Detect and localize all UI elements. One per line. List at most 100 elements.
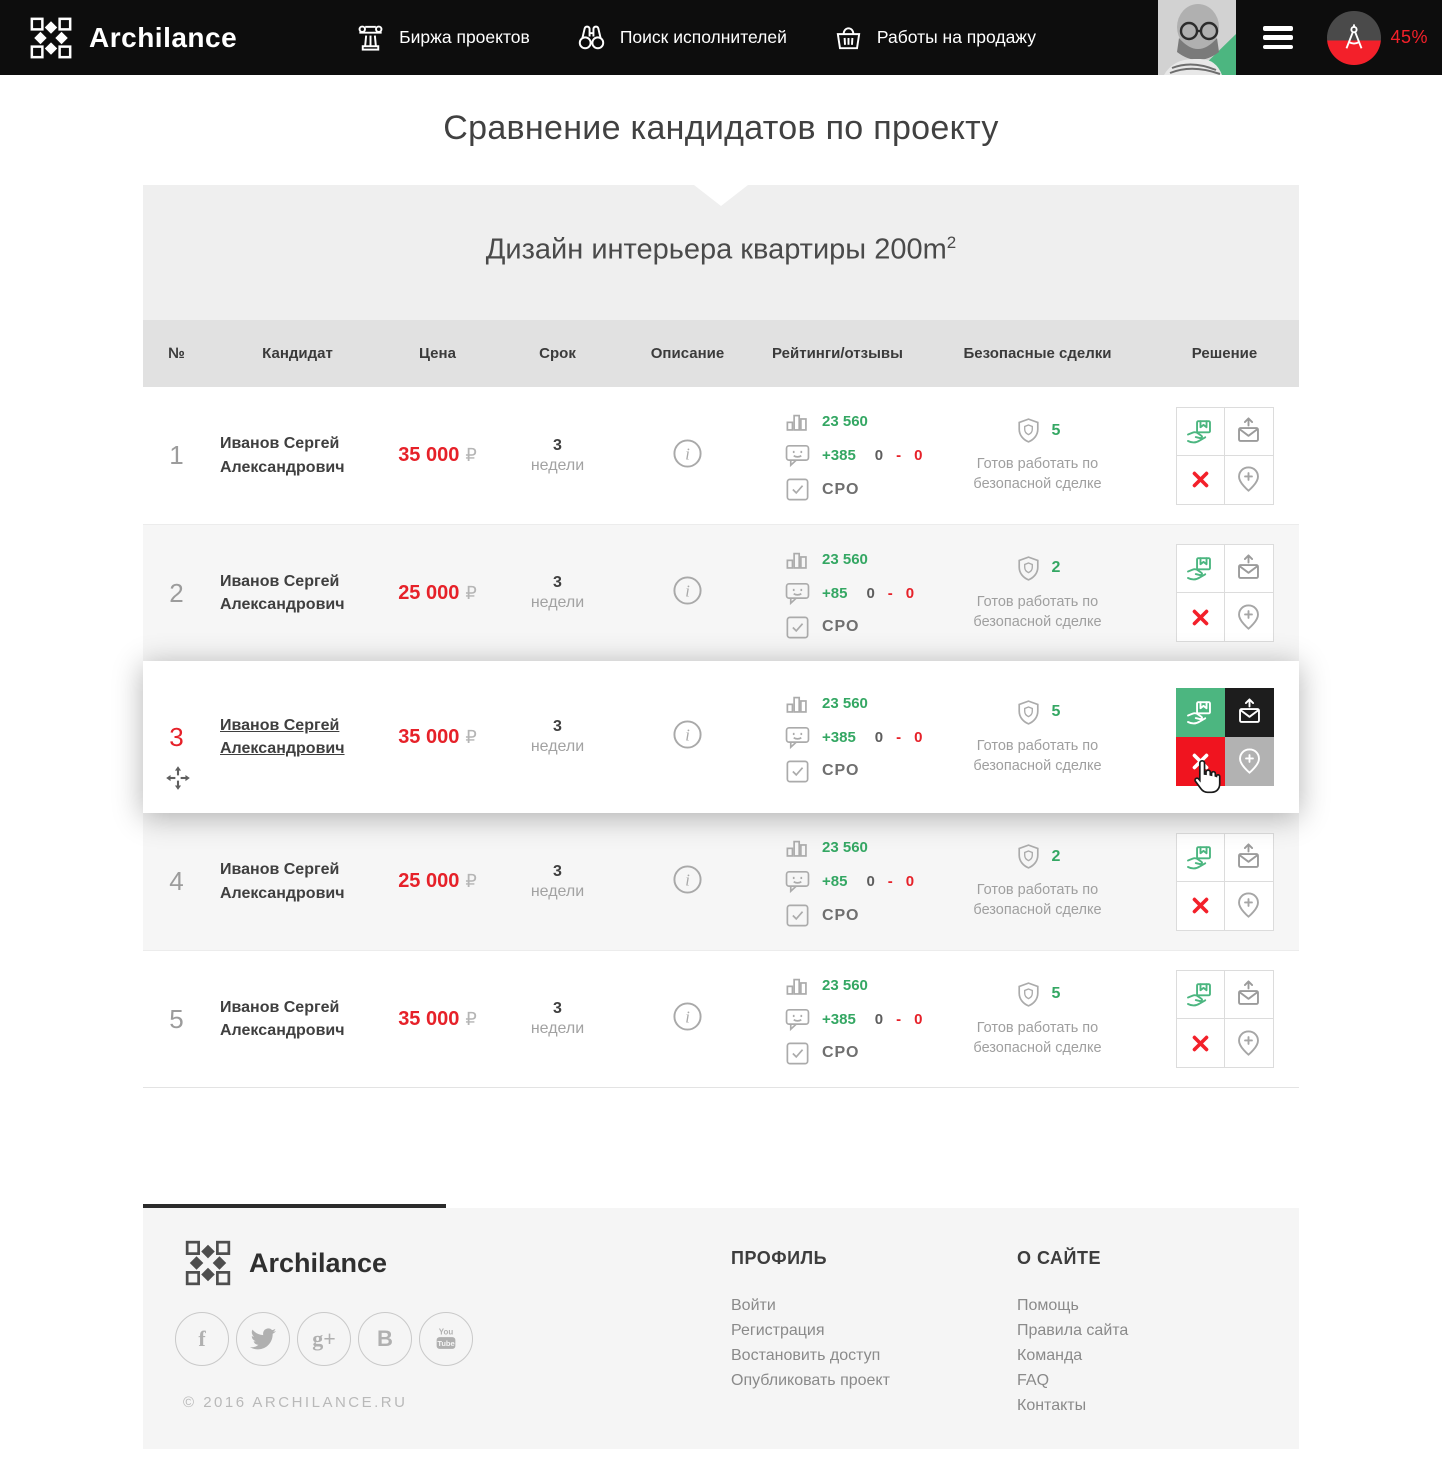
nav-item-projects-exchange[interactable]: Биржа проектов bbox=[355, 22, 530, 53]
send-message-button[interactable] bbox=[1225, 407, 1274, 456]
negative-reviews: 0 bbox=[906, 585, 914, 602]
pin-plus-icon bbox=[1233, 602, 1264, 633]
footer-column-title: ПРОФИЛЬ bbox=[731, 1248, 890, 1269]
info-icon[interactable] bbox=[672, 438, 703, 469]
send-message-button[interactable] bbox=[1225, 970, 1274, 1019]
brand-logo[interactable]: Archilance bbox=[28, 15, 237, 61]
footer-link-faq[interactable]: FAQ bbox=[1017, 1368, 1128, 1393]
send-message-button[interactable] bbox=[1225, 688, 1274, 737]
add-location-button[interactable] bbox=[1225, 737, 1274, 786]
views-count: 23 560 bbox=[822, 695, 868, 712]
term-unit: недели bbox=[490, 738, 625, 756]
nav-label: Работы на продажу bbox=[877, 27, 1036, 48]
twitter-icon[interactable] bbox=[236, 1312, 290, 1366]
facebook-icon[interactable]: f bbox=[175, 1312, 229, 1366]
price-value: 25 000 bbox=[398, 582, 459, 604]
decision-grid bbox=[1176, 688, 1274, 786]
price-value: 35 000 bbox=[398, 444, 459, 466]
table-row-dragged[interactable]: 3 Иванов Сергей Александрович 35 000₽ 3н… bbox=[143, 661, 1299, 813]
envelope-up-icon bbox=[1233, 842, 1264, 873]
add-location-button[interactable] bbox=[1225, 456, 1274, 505]
reject-button[interactable] bbox=[1176, 593, 1225, 642]
youtube-icon[interactable]: You Tube bbox=[419, 1312, 473, 1366]
info-icon[interactable] bbox=[672, 719, 703, 750]
nav-item-works-for-sale[interactable]: Работы на продажу bbox=[833, 22, 1036, 53]
svg-text:You: You bbox=[439, 1327, 454, 1336]
x-icon bbox=[1185, 602, 1216, 633]
table-row: 4 Иванов Сергей Александрович 25 000₽ 3н… bbox=[143, 813, 1299, 950]
hire-hand-box-icon bbox=[1185, 553, 1216, 584]
header-right: 45% bbox=[1158, 0, 1442, 75]
hamburger-menu-icon[interactable] bbox=[1263, 26, 1293, 49]
sro-checkbox-icon bbox=[784, 614, 811, 641]
decision-grid bbox=[1176, 970, 1274, 1068]
table-header: № Кандидат Цена Срок Описание Рейтинги/о… bbox=[143, 320, 1299, 387]
vk-icon[interactable]: B bbox=[358, 1312, 412, 1366]
pin-plus-icon bbox=[1234, 746, 1265, 777]
envelope-up-icon bbox=[1233, 416, 1264, 447]
reject-button[interactable] bbox=[1176, 882, 1225, 931]
term-unit: недели bbox=[490, 457, 625, 475]
footer-link-register[interactable]: Регистрация bbox=[731, 1318, 890, 1343]
views-count: 23 560 bbox=[822, 413, 868, 430]
footer-left: Archilance f g+ B You Tube © 2016 ARCHIL… bbox=[175, 1238, 473, 1411]
positive-reviews: +85 bbox=[822, 585, 847, 602]
reject-button[interactable] bbox=[1176, 456, 1225, 505]
superscript: 2 bbox=[947, 233, 956, 252]
shield-icon bbox=[1015, 417, 1042, 444]
shield-icon bbox=[1015, 699, 1042, 726]
send-message-button[interactable] bbox=[1225, 833, 1274, 882]
candidate-name[interactable]: Иванов Сергей Александрович bbox=[220, 714, 385, 760]
x-icon bbox=[1185, 464, 1216, 495]
footer-link-help[interactable]: Помощь bbox=[1017, 1293, 1128, 1318]
reject-button[interactable] bbox=[1176, 1019, 1225, 1068]
hire-button[interactable] bbox=[1176, 833, 1225, 882]
info-icon[interactable] bbox=[672, 575, 703, 606]
social-links: f g+ B You Tube bbox=[175, 1312, 473, 1366]
google-plus-icon[interactable]: g+ bbox=[297, 1312, 351, 1366]
footer-link-login[interactable]: Войти bbox=[731, 1293, 890, 1318]
footer-link-publish-project[interactable]: Опубликовать проект bbox=[731, 1368, 890, 1393]
info-icon[interactable] bbox=[672, 864, 703, 895]
add-location-button[interactable] bbox=[1225, 593, 1274, 642]
profile-progress[interactable]: 45% bbox=[1327, 11, 1428, 65]
reject-button[interactable] bbox=[1176, 737, 1225, 786]
drag-move-icon[interactable] bbox=[164, 764, 192, 792]
hire-button[interactable] bbox=[1176, 688, 1225, 737]
add-location-button[interactable] bbox=[1225, 882, 1274, 931]
column-icon bbox=[355, 22, 386, 53]
footer-link-restore-access[interactable]: Востановить доступ bbox=[731, 1343, 890, 1368]
deals-text: Готов работать по безопасной сделке bbox=[958, 736, 1118, 776]
col-description: Описание bbox=[625, 345, 750, 362]
send-message-button[interactable] bbox=[1225, 544, 1274, 593]
footer-column-about: О САЙТЕ Помощь Правила сайта Команда FAQ… bbox=[1017, 1248, 1128, 1418]
sro-checkbox-icon bbox=[784, 758, 811, 785]
footer-brand[interactable]: Archilance bbox=[183, 1238, 473, 1288]
candidate-name[interactable]: Иванов Сергей Александрович bbox=[220, 432, 385, 478]
progress-circle bbox=[1327, 11, 1381, 65]
decision-grid bbox=[1176, 407, 1274, 505]
term-unit: недели bbox=[490, 1020, 625, 1038]
footer-link-contacts[interactable]: Контакты bbox=[1017, 1393, 1128, 1418]
term-value: 3 bbox=[490, 574, 625, 592]
footer-link-team[interactable]: Команда bbox=[1017, 1343, 1128, 1368]
views-count: 23 560 bbox=[822, 839, 868, 856]
pin-plus-icon bbox=[1233, 464, 1264, 495]
add-location-button[interactable] bbox=[1225, 1019, 1274, 1068]
nav-item-find-contractors[interactable]: Поиск исполнителей bbox=[576, 22, 787, 53]
candidate-name[interactable]: Иванов Сергей Александрович bbox=[220, 858, 385, 904]
candidate-name[interactable]: Иванов Сергей Александрович bbox=[220, 570, 385, 616]
views-chart-icon bbox=[784, 546, 811, 573]
footer-link-site-rules[interactable]: Правила сайта bbox=[1017, 1318, 1128, 1343]
candidate-name[interactable]: Иванов Сергей Александрович bbox=[220, 996, 385, 1042]
hire-button[interactable] bbox=[1176, 970, 1225, 1019]
info-icon[interactable] bbox=[672, 1001, 703, 1032]
negative-reviews: 0 bbox=[914, 729, 922, 746]
user-avatar[interactable] bbox=[1158, 0, 1236, 75]
hire-button[interactable] bbox=[1176, 407, 1225, 456]
hire-button[interactable] bbox=[1176, 544, 1225, 593]
col-number: № bbox=[143, 345, 210, 362]
spacer bbox=[143, 1088, 1299, 1204]
positive-reviews: +385 bbox=[822, 1011, 856, 1028]
price-value: 35 000 bbox=[398, 726, 459, 748]
